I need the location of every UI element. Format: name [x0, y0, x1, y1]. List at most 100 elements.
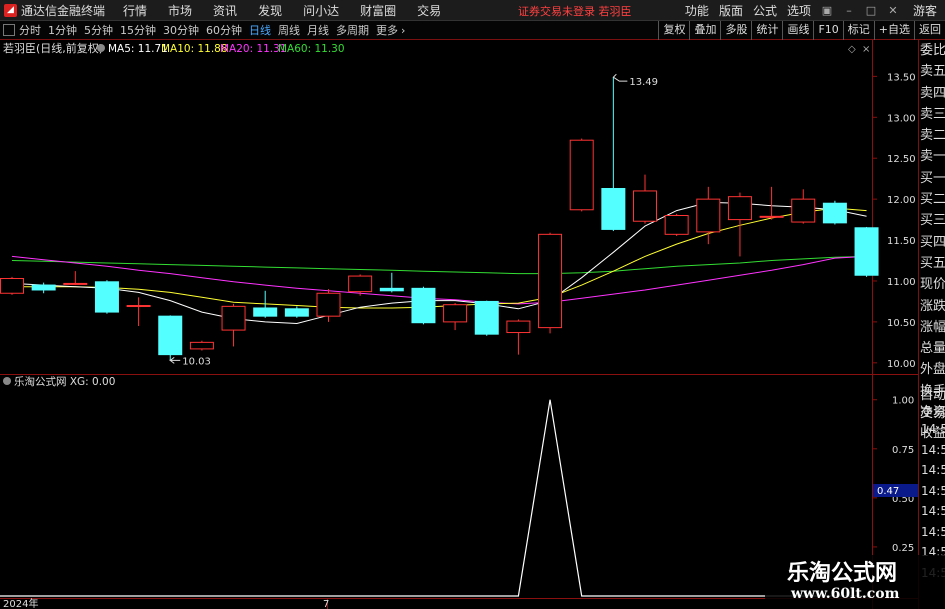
candle[interactable]	[822, 200, 847, 225]
candle-body	[822, 202, 847, 224]
indicator-settings-icon[interactable]	[3, 377, 11, 385]
candle-body	[31, 284, 56, 291]
ma20-legend: MA20: 11.31	[220, 43, 287, 55]
minimize-icon[interactable]: –	[843, 4, 855, 17]
candle[interactable]	[221, 303, 246, 347]
menu-wenxiaoda[interactable]: 问小达	[303, 2, 339, 19]
menu-xuanxiang[interactable]: 选项	[787, 2, 811, 19]
period-5min[interactable]: 5分钟	[84, 22, 113, 38]
btn-fuquan[interactable]: 复权	[658, 21, 689, 40]
side-time: 14:56	[921, 422, 945, 436]
skin-icon[interactable]: ▣	[821, 4, 833, 17]
period-monthly[interactable]: 月线	[307, 22, 329, 38]
candlesticks[interactable]	[0, 77, 879, 361]
period-fenshi[interactable]: 分时	[19, 22, 41, 38]
btn-f10[interactable]: F10	[813, 21, 842, 40]
menu-caifuquan[interactable]: 财富圈	[360, 2, 396, 19]
price-tick-label: 11.00	[887, 277, 916, 288]
candle[interactable]	[791, 189, 816, 224]
candle[interactable]	[411, 286, 436, 325]
candle[interactable]	[696, 186, 721, 245]
ma60-line	[11, 255, 867, 275]
menu-jiaoyi[interactable]: 交易	[417, 2, 441, 19]
maximize-icon[interactable]: □	[865, 4, 877, 17]
candle-body	[189, 341, 214, 350]
candle[interactable]	[633, 174, 657, 224]
guest-label[interactable]: 游客	[913, 2, 937, 19]
candle-body	[253, 307, 278, 317]
candle[interactable]	[506, 319, 531, 355]
diamond-icon[interactable]: ◇	[848, 44, 856, 55]
period-1min[interactable]: 1分钟	[48, 22, 77, 38]
btn-add-watchlist[interactable]: +自选	[873, 21, 914, 40]
btn-diejia[interactable]: 叠加	[689, 21, 720, 40]
side-row: 买四	[920, 234, 945, 250]
period-60min[interactable]: 60分钟	[206, 22, 242, 38]
xg-signal-line	[0, 399, 872, 597]
candle[interactable]	[538, 232, 563, 334]
candle-body	[474, 300, 499, 335]
period-multi[interactable]: 多周期	[336, 22, 369, 38]
candle[interactable]	[379, 272, 404, 293]
low-annotation: 10.03	[168, 356, 211, 367]
chevron-right-icon[interactable]: ›	[401, 24, 405, 37]
candle[interactable]	[126, 297, 151, 326]
candle[interactable]	[63, 271, 88, 286]
candle[interactable]	[94, 280, 119, 314]
period-weekly[interactable]: 周线	[278, 22, 300, 38]
period-more[interactable]: 更多	[376, 22, 398, 38]
price-tick-label: 12.00	[887, 195, 916, 206]
high-label: 13.49	[629, 77, 658, 88]
btn-tongji[interactable]: 统计	[751, 21, 782, 40]
side-row: 卖四	[920, 85, 945, 101]
candle[interactable]	[0, 276, 24, 295]
side-trade[interactable]: 交易	[920, 402, 945, 421]
indicator-tick-label: 1.00	[892, 396, 914, 407]
side-auto[interactable]: 自动	[920, 384, 945, 403]
side-row: 买五	[920, 255, 945, 271]
btn-huaxian[interactable]: 画线	[782, 21, 813, 40]
menu-gongneng[interactable]: 功能	[685, 2, 709, 19]
candle[interactable]	[284, 306, 309, 318]
btn-duogu[interactable]: 多股	[720, 21, 751, 40]
chart-area[interactable]: 若羽臣(日线,前复权) MA5: 11.71 MA10: 11.88 MA20:…	[0, 40, 918, 609]
candle[interactable]	[474, 300, 499, 336]
date-label-year: 2024年	[3, 597, 38, 609]
period-15min[interactable]: 15分钟	[120, 22, 156, 38]
side-row: 涨跌	[920, 298, 945, 314]
candle-body	[791, 198, 816, 223]
indicator-label: 乐淘公式网 XG: 0.00	[14, 375, 115, 388]
candle[interactable]	[189, 340, 214, 351]
btn-back[interactable]: 返回	[914, 21, 945, 40]
layout-icon[interactable]	[3, 24, 15, 36]
menu-gongshi[interactable]: 公式	[753, 2, 777, 19]
price-tick-label: 11.50	[887, 236, 916, 247]
menu-zixun[interactable]: 资讯	[213, 2, 237, 19]
candle[interactable]	[854, 226, 879, 277]
login-notice[interactable]: 证券交易未登录 若羽臣	[518, 3, 632, 19]
candle[interactable]	[601, 77, 626, 232]
menu-faxian[interactable]: 发现	[258, 2, 282, 19]
menu-banmian[interactable]: 版面	[719, 2, 743, 19]
candle[interactable]	[727, 192, 752, 257]
close-icon[interactable]: ✕	[887, 4, 899, 17]
period-daily[interactable]: 日线	[249, 22, 271, 38]
indicator-axis: 1.000.750.500.25	[872, 396, 914, 554]
ma-settings-icon[interactable]	[97, 44, 105, 52]
watermark: 乐淘公式网 www.60lt.com	[765, 555, 945, 609]
period-30min[interactable]: 30分钟	[163, 22, 199, 38]
side-row: 买一	[920, 170, 945, 186]
side-row: 买二	[920, 192, 945, 208]
menu-hangqing[interactable]: 行情	[123, 2, 147, 19]
candle[interactable]	[158, 315, 183, 361]
candle-body	[316, 292, 341, 317]
candle[interactable]	[664, 213, 689, 236]
side-row: 外盘	[920, 362, 945, 378]
ma5-legend: MA5: 11.71	[108, 43, 168, 55]
menu-shichang[interactable]: 市场	[168, 2, 192, 19]
close-chart-icon[interactable]: ×	[862, 44, 870, 55]
candle[interactable]	[569, 138, 594, 212]
candle[interactable]	[443, 303, 468, 331]
candle[interactable]	[759, 186, 784, 220]
btn-biaoji[interactable]: 标记	[842, 21, 874, 40]
